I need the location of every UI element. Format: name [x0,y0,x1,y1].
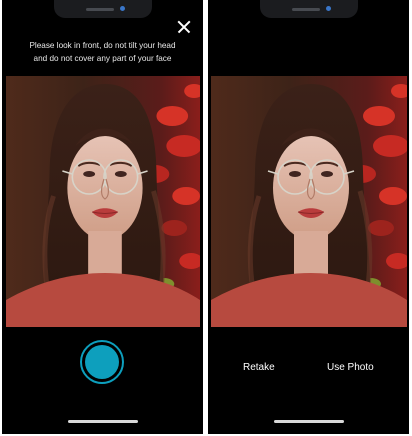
instruction-text: Please look in front, do not tilt your h… [29,41,176,63]
home-indicator [67,420,138,423]
phone-notch [53,0,152,18]
retake-button[interactable]: Retake [243,362,275,373]
front-camera-icon [119,6,125,11]
shutter-button[interactable] [80,340,124,384]
home-indicator [273,420,344,423]
review-screen: Retake Use Photo [208,0,409,434]
close-icon[interactable] [175,18,193,36]
front-camera-icon [325,6,331,11]
camera-preview [6,76,200,327]
speaker-grille [291,8,320,11]
shutter-icon [85,345,119,379]
camera-screen: Please look in front, do not tilt your h… [2,0,203,434]
captured-photo [211,76,407,327]
phone-notch [259,0,358,18]
use-photo-button[interactable]: Use Photo [327,362,374,373]
speaker-grille [85,8,114,11]
